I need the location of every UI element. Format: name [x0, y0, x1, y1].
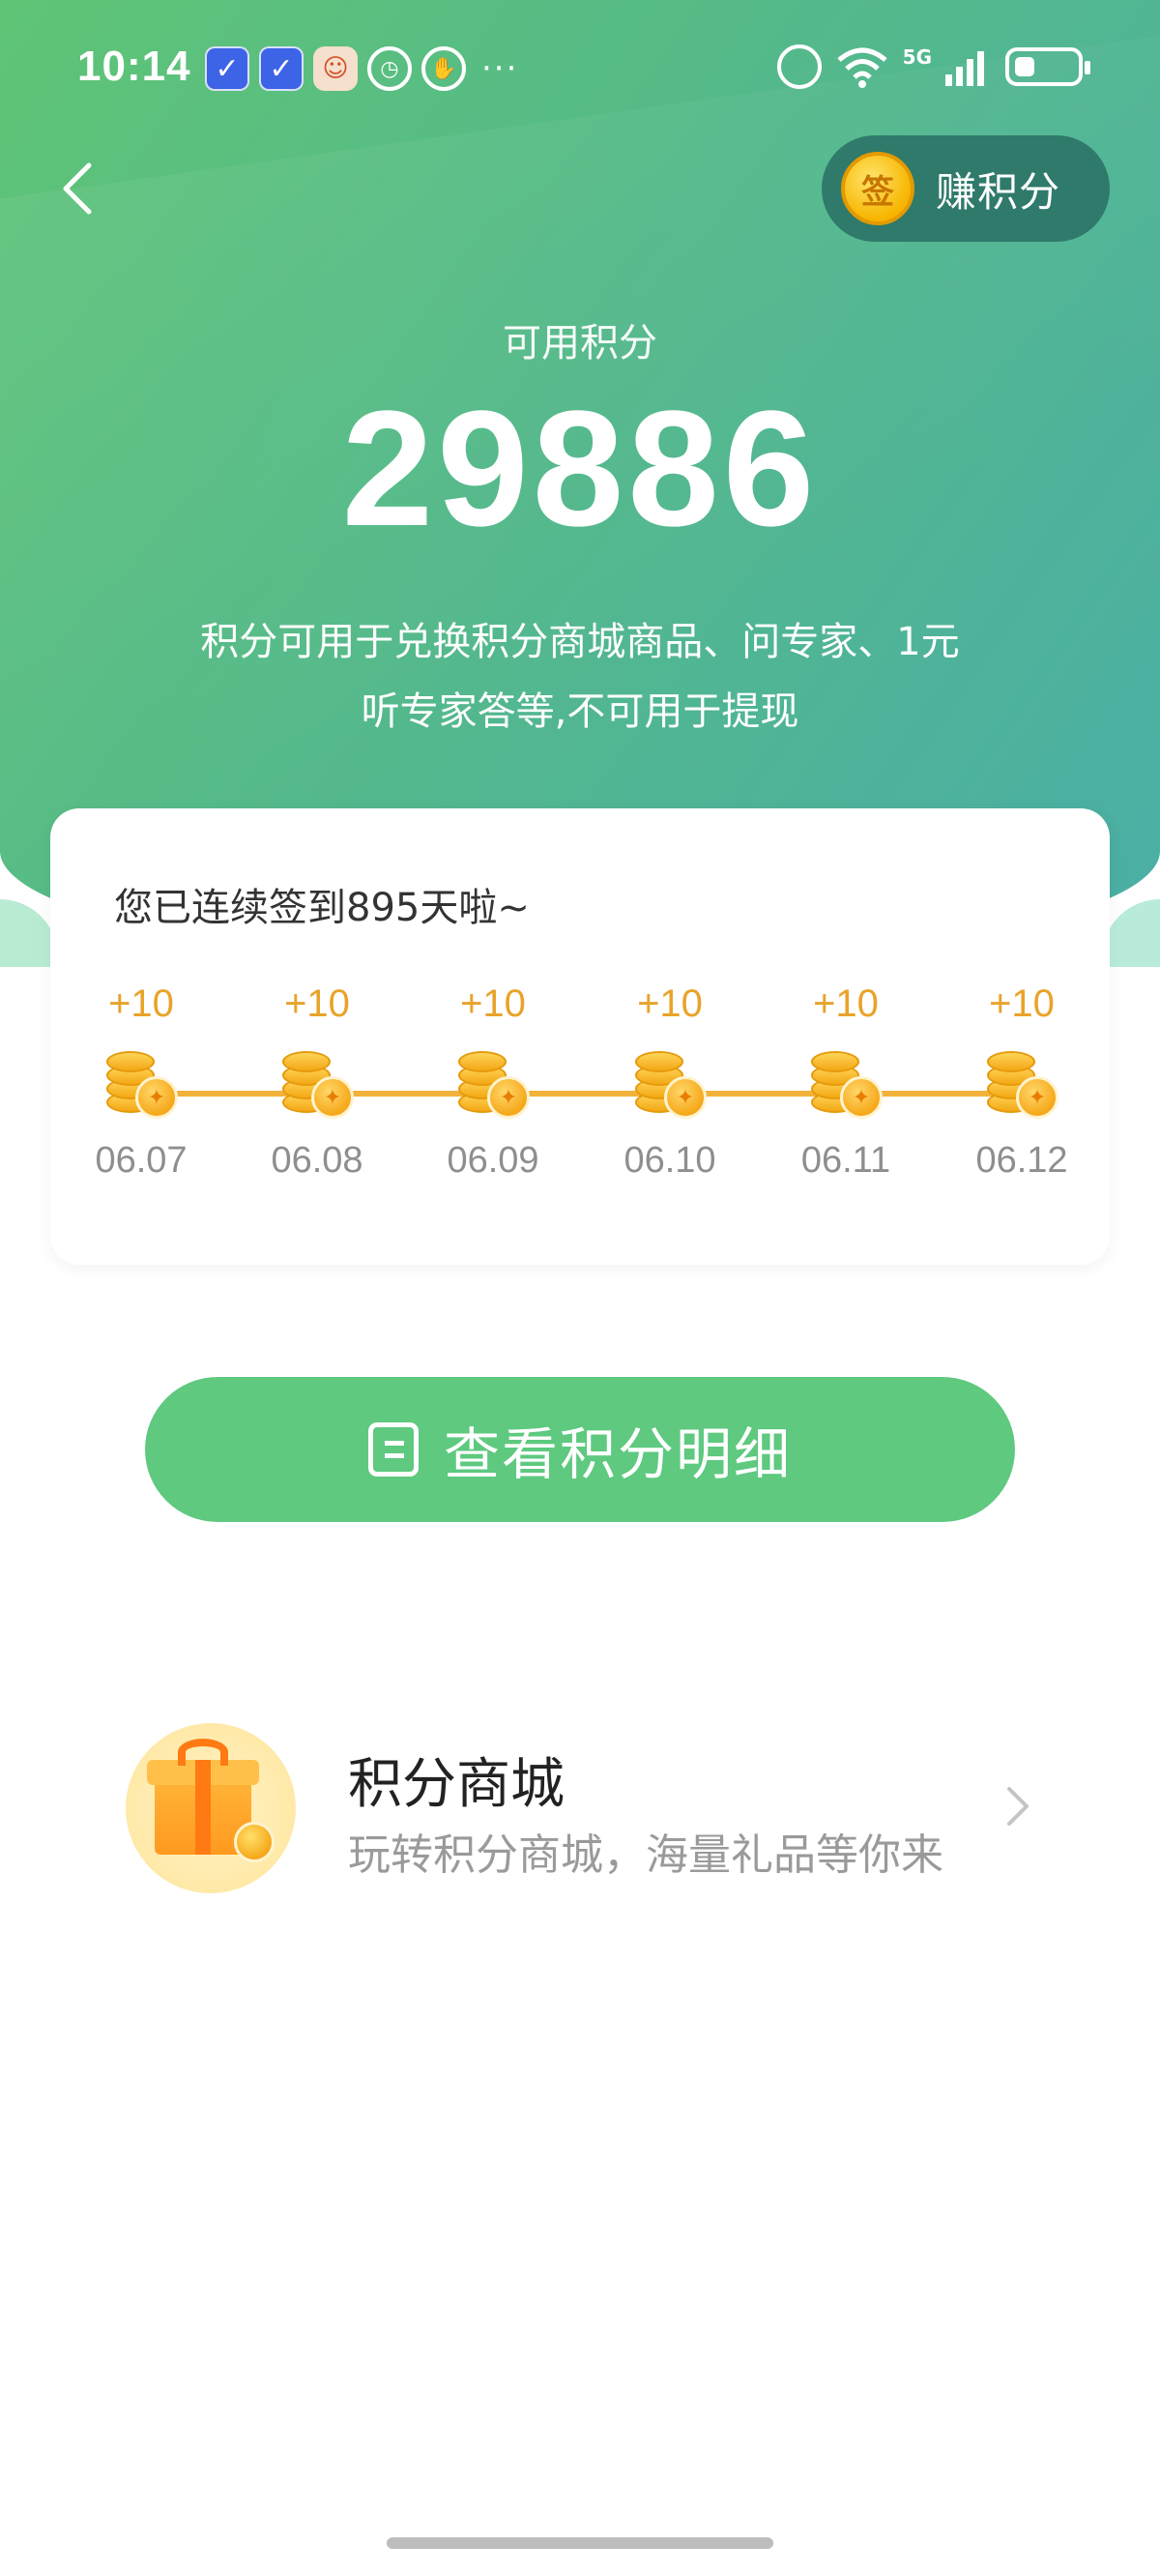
- signin-day: +10 ✦ 06.12: [944, 982, 1099, 1182]
- gift-icon: [126, 1723, 296, 1893]
- earn-points-label: 赚积分: [936, 167, 1061, 216]
- signal-icon: [945, 47, 984, 86]
- day-date: 06.11: [800, 1140, 891, 1181]
- day-date: 06.07: [95, 1140, 188, 1181]
- day-date: 06.09: [447, 1140, 539, 1181]
- coin-stack-icon: ✦: [452, 1049, 534, 1128]
- points-mall-entry[interactable]: 积分商城 玩转积分商城，海量礼品等你来: [116, 1712, 1044, 1905]
- alarm-notification-icon: ◷: [367, 46, 412, 91]
- day-points: +10: [284, 982, 350, 1025]
- mascot-app-icon: ☺: [313, 46, 358, 91]
- points-page: 10:14 ✓ ✓ ☺ ◷ ✋ ··· 5G 签 赚积分 可用积分 29886 …: [0, 0, 1160, 2576]
- points-description-line-1: 积分可用于兑换积分商城商品、问专家、1元: [200, 620, 960, 664]
- status-time: 10:14: [77, 43, 191, 90]
- day-points: +10: [813, 982, 879, 1025]
- shield-app-icon-2: ✓: [259, 46, 304, 91]
- day-date: 06.08: [271, 1140, 363, 1181]
- chevron-right-icon: [1007, 1787, 1029, 1826]
- day-date: 06.10: [624, 1140, 716, 1181]
- signin-day: +10 ✦ 06.09: [416, 982, 570, 1182]
- coin-stack-icon: ✦: [805, 1049, 886, 1128]
- home-indicator[interactable]: [387, 2537, 773, 2549]
- sign-coin-icon: 签: [841, 152, 914, 225]
- network-type-label: 5G: [902, 45, 932, 69]
- wifi-icon: [837, 47, 887, 88]
- list-icon: [367, 1422, 419, 1477]
- signin-streak-text: 您已连续签到895天啦~: [114, 886, 530, 930]
- day-points: +10: [460, 982, 526, 1025]
- points-description: 积分可用于兑换积分商城商品、问专家、1元 听专家答等,不可用于提现: [126, 607, 1034, 746]
- points-description-line-2: 听专家答等,不可用于提现: [361, 689, 799, 734]
- hand-notification-icon: ✋: [421, 46, 466, 91]
- signin-card: 您已连续签到895天啦~ +10 ✦ 06.07 +10 ✦ 06.08 +10…: [50, 808, 1110, 1265]
- coin-stack-icon: ✦: [981, 1049, 1062, 1128]
- battery-icon: [1005, 47, 1090, 86]
- coin-stack-icon: ✦: [101, 1049, 182, 1128]
- more-notifications-icon: ···: [481, 49, 519, 88]
- notification-icons: ✓ ✓ ☺ ◷ ✋ ···: [205, 46, 518, 91]
- coin-stack-icon: ✦: [629, 1049, 710, 1128]
- signin-day: +10 ✦ 06.10: [593, 982, 747, 1182]
- chevron-left-icon: [63, 162, 92, 215]
- available-points-caption: 可用积分: [503, 321, 657, 366]
- system-icons: 5G: [776, 44, 1090, 89]
- status-bar: 10:14 ✓ ✓ ☺ ◷ ✋ ··· 5G: [0, 0, 1160, 145]
- points-mall-title: 积分商城: [348, 1753, 565, 1816]
- shield-app-icon: ✓: [205, 46, 249, 91]
- signin-day: +10 ✦ 06.07: [64, 982, 218, 1182]
- view-points-details-button[interactable]: 查看积分明细: [145, 1377, 1015, 1522]
- alarm-icon: [776, 44, 822, 89]
- points-mall-subtitle: 玩转积分商城，海量礼品等你来: [348, 1830, 943, 1880]
- day-points: +10: [637, 982, 703, 1025]
- day-points: +10: [989, 982, 1055, 1025]
- earn-points-button[interactable]: 签 赚积分: [822, 135, 1110, 242]
- day-date: 06.12: [975, 1140, 1068, 1181]
- coin-stack-icon: ✦: [276, 1049, 358, 1128]
- day-points: +10: [108, 982, 174, 1025]
- available-points-value: 29886: [341, 377, 819, 561]
- signin-day: +10 ✦ 06.11: [768, 982, 923, 1182]
- view-points-details-label: 查看积分明细: [443, 1421, 792, 1487]
- back-button[interactable]: [48, 155, 106, 222]
- signin-day: +10 ✦ 06.08: [240, 982, 394, 1182]
